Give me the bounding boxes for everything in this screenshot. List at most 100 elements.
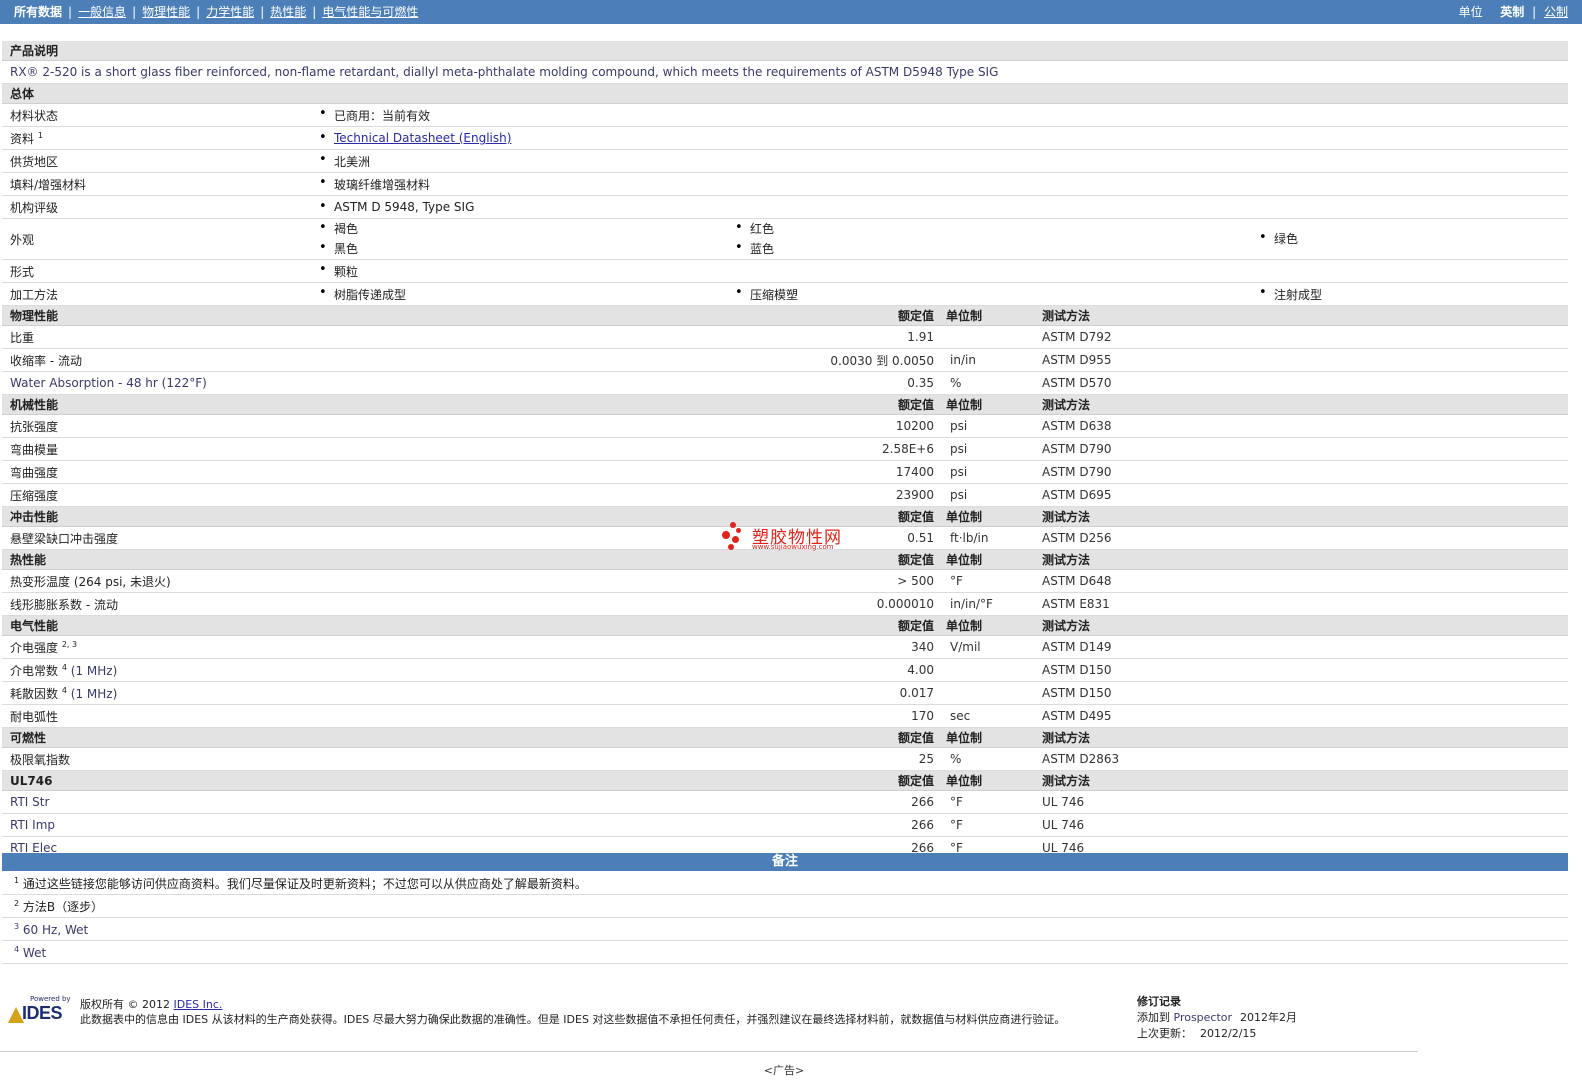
bullet-line: 红色	[734, 219, 1242, 239]
ides-logo-text: IDES	[22, 1003, 63, 1023]
general-row: 加工方法 树脂传递成型 压缩模塑 注射成型	[2, 282, 1569, 306]
nav-link-1[interactable]: 一般信息	[78, 5, 126, 19]
note-number: 2	[14, 899, 20, 908]
unit-header: 单位制	[942, 305, 1042, 326]
test-method: ASTM D256	[1042, 526, 1250, 550]
test-method: ASTM D955	[1042, 348, 1250, 372]
property-row: 弯曲模量 2.58E+6 psi ASTM D790	[2, 437, 1569, 461]
note-number: 4	[14, 945, 20, 954]
nav-link-3[interactable]: 力学性能	[206, 5, 254, 19]
disclaimer: 此数据表中的信息由 IDES 从该材料的生产商处获得。IDES 尽最大努力确保此…	[80, 1013, 1066, 1026]
property-label: 填料/增强材料	[2, 172, 310, 196]
rated-value: > 500	[726, 569, 942, 593]
section-title: UL746	[2, 770, 726, 791]
unit-header: 单位制	[942, 506, 1042, 527]
rated-header: 额定值	[726, 615, 942, 636]
note-number: 1	[14, 876, 20, 885]
general-row: 形式 颗粒	[2, 259, 1569, 283]
method-header: 测试方法	[1042, 615, 1250, 636]
bullet-item: 已商用：当前有效	[318, 106, 430, 124]
unit-value: in/in/°F	[942, 592, 1042, 616]
bullet-item: 注射成型	[1258, 285, 1322, 303]
property-label: Water Absorption - 48 hr (122°F)	[2, 371, 726, 395]
section-header: 物理性能 额定值 单位制 测试方法	[2, 305, 1569, 326]
nav-link-4[interactable]: 热性能	[270, 5, 306, 19]
property-row: 弯曲强度 17400 psi ASTM D790	[2, 460, 1569, 484]
bullet-item: 蓝色	[734, 238, 774, 259]
spacer	[1250, 635, 1569, 659]
nav-link-5[interactable]: 电气性能与可燃性	[322, 5, 418, 19]
note-number: 3	[14, 922, 20, 931]
property-label: 加工方法	[2, 282, 310, 306]
rated-value: 0.0030 到 0.0050	[726, 348, 942, 372]
test-method: ASTM D150	[1042, 681, 1250, 705]
spacer	[1250, 681, 1569, 705]
test-method: UL 746	[1042, 790, 1250, 814]
property-row: 收缩率 - 流动 0.0030 到 0.0050 in/in ASTM D955	[2, 348, 1569, 372]
property-label: 线形膨胀系数 - 流动	[2, 592, 726, 616]
note-item: 1 通过这些链接您能够访问供应商资料。我们尽量保证及时更新资料；不过您可以从供应…	[2, 873, 1568, 895]
property-label-text: 形式	[10, 264, 35, 279]
unit-label: 单位	[1458, 5, 1483, 19]
property-value: 北美洲	[310, 149, 1569, 173]
unit-value: psi	[942, 414, 1042, 438]
property-row: Water Absorption - 48 hr (122°F) 0.35% AST…	[2, 371, 1569, 395]
rated-value: 4.00	[726, 658, 942, 682]
method-header: 测试方法	[1042, 727, 1250, 748]
note-item: 4 Wet	[2, 942, 1568, 964]
test-method: ASTM D149	[1042, 635, 1250, 659]
property-label-text: 耗散因数	[10, 686, 59, 701]
property-label-text: 外观	[10, 232, 35, 247]
property-value: Technical Datasheet (English)	[310, 126, 1569, 150]
spacer	[1250, 394, 1569, 415]
property-label: 材料状态	[2, 103, 310, 127]
spacer	[1250, 747, 1569, 771]
note-text: 方法B（逐步）	[22, 900, 104, 914]
nav-separator: |	[312, 5, 317, 19]
section-title: 电气性能	[2, 615, 726, 636]
datasheet-link[interactable]: Technical Datasheet (English)	[334, 131, 511, 145]
property-label-text: RTI Imp	[10, 818, 55, 832]
section-header: UL746 额定值 单位制 测试方法	[2, 770, 1569, 791]
section-title: 热性能	[2, 549, 726, 570]
unit-english[interactable]: 英制	[1500, 5, 1524, 19]
rated-value: 10200	[726, 414, 942, 438]
test-method: ASTM D2863	[1042, 747, 1250, 771]
section-title: 产品说明	[2, 41, 1569, 61]
bullet-item: 北美洲	[318, 152, 370, 170]
property-label: 压缩强度	[2, 483, 726, 507]
note-text: 通过这些链接您能够访问供应商资料。我们尽量保证及时更新资料；不过您可以从供应商处…	[22, 877, 587, 891]
powered-by-text: Powered by	[30, 995, 71, 1003]
nav-link-2[interactable]: 物理性能	[142, 5, 190, 19]
rated-value: 0.017	[726, 681, 942, 705]
property-row: RTI Str 266 °F UL 746	[2, 790, 1569, 814]
spacer	[1250, 371, 1569, 395]
ides-logo[interactable]: Powered by IDES	[8, 995, 71, 1023]
method-header: 测试方法	[1042, 394, 1250, 415]
rated-value: 23900	[726, 483, 942, 507]
test-method: ASTM D150	[1042, 658, 1250, 682]
property-row: 介电强度 2, 3 340 V/mil ASTM D149	[2, 635, 1569, 659]
rated-header: 额定值	[726, 394, 942, 415]
ides-inc-link[interactable]: IDES Inc.	[173, 998, 222, 1011]
bullet-line: 压缩模塑	[734, 285, 1242, 303]
property-label-text: 机构评级	[10, 200, 59, 215]
unit-metric-link[interactable]: 公制	[1544, 5, 1568, 19]
product-description: RX® 2-520 is a short glass fiber reinfor…	[2, 60, 1569, 84]
property-label-text: 供货地区	[10, 154, 59, 169]
property-row: 耗散因数 4 (1 MHz) 0.017 ASTM D150	[2, 681, 1569, 705]
spacer	[1250, 813, 1569, 837]
unit-header: 单位制	[942, 615, 1042, 636]
section-header: 总体	[2, 83, 1569, 104]
condition-text: (1 MHz)	[70, 663, 118, 678]
property-value: 绿色	[1250, 218, 1569, 260]
footer-divider	[0, 1051, 1418, 1052]
nav-link-0[interactable]: 所有数据	[14, 5, 62, 19]
spacer	[1250, 460, 1569, 484]
rated-value: 0.000010	[726, 592, 942, 616]
spacer	[1250, 348, 1569, 372]
method-header: 测试方法	[1042, 770, 1250, 791]
rated-header: 额定值	[726, 770, 942, 791]
prospector-link[interactable]: Prospector	[1174, 1011, 1233, 1024]
unit-value: %	[942, 371, 1042, 395]
